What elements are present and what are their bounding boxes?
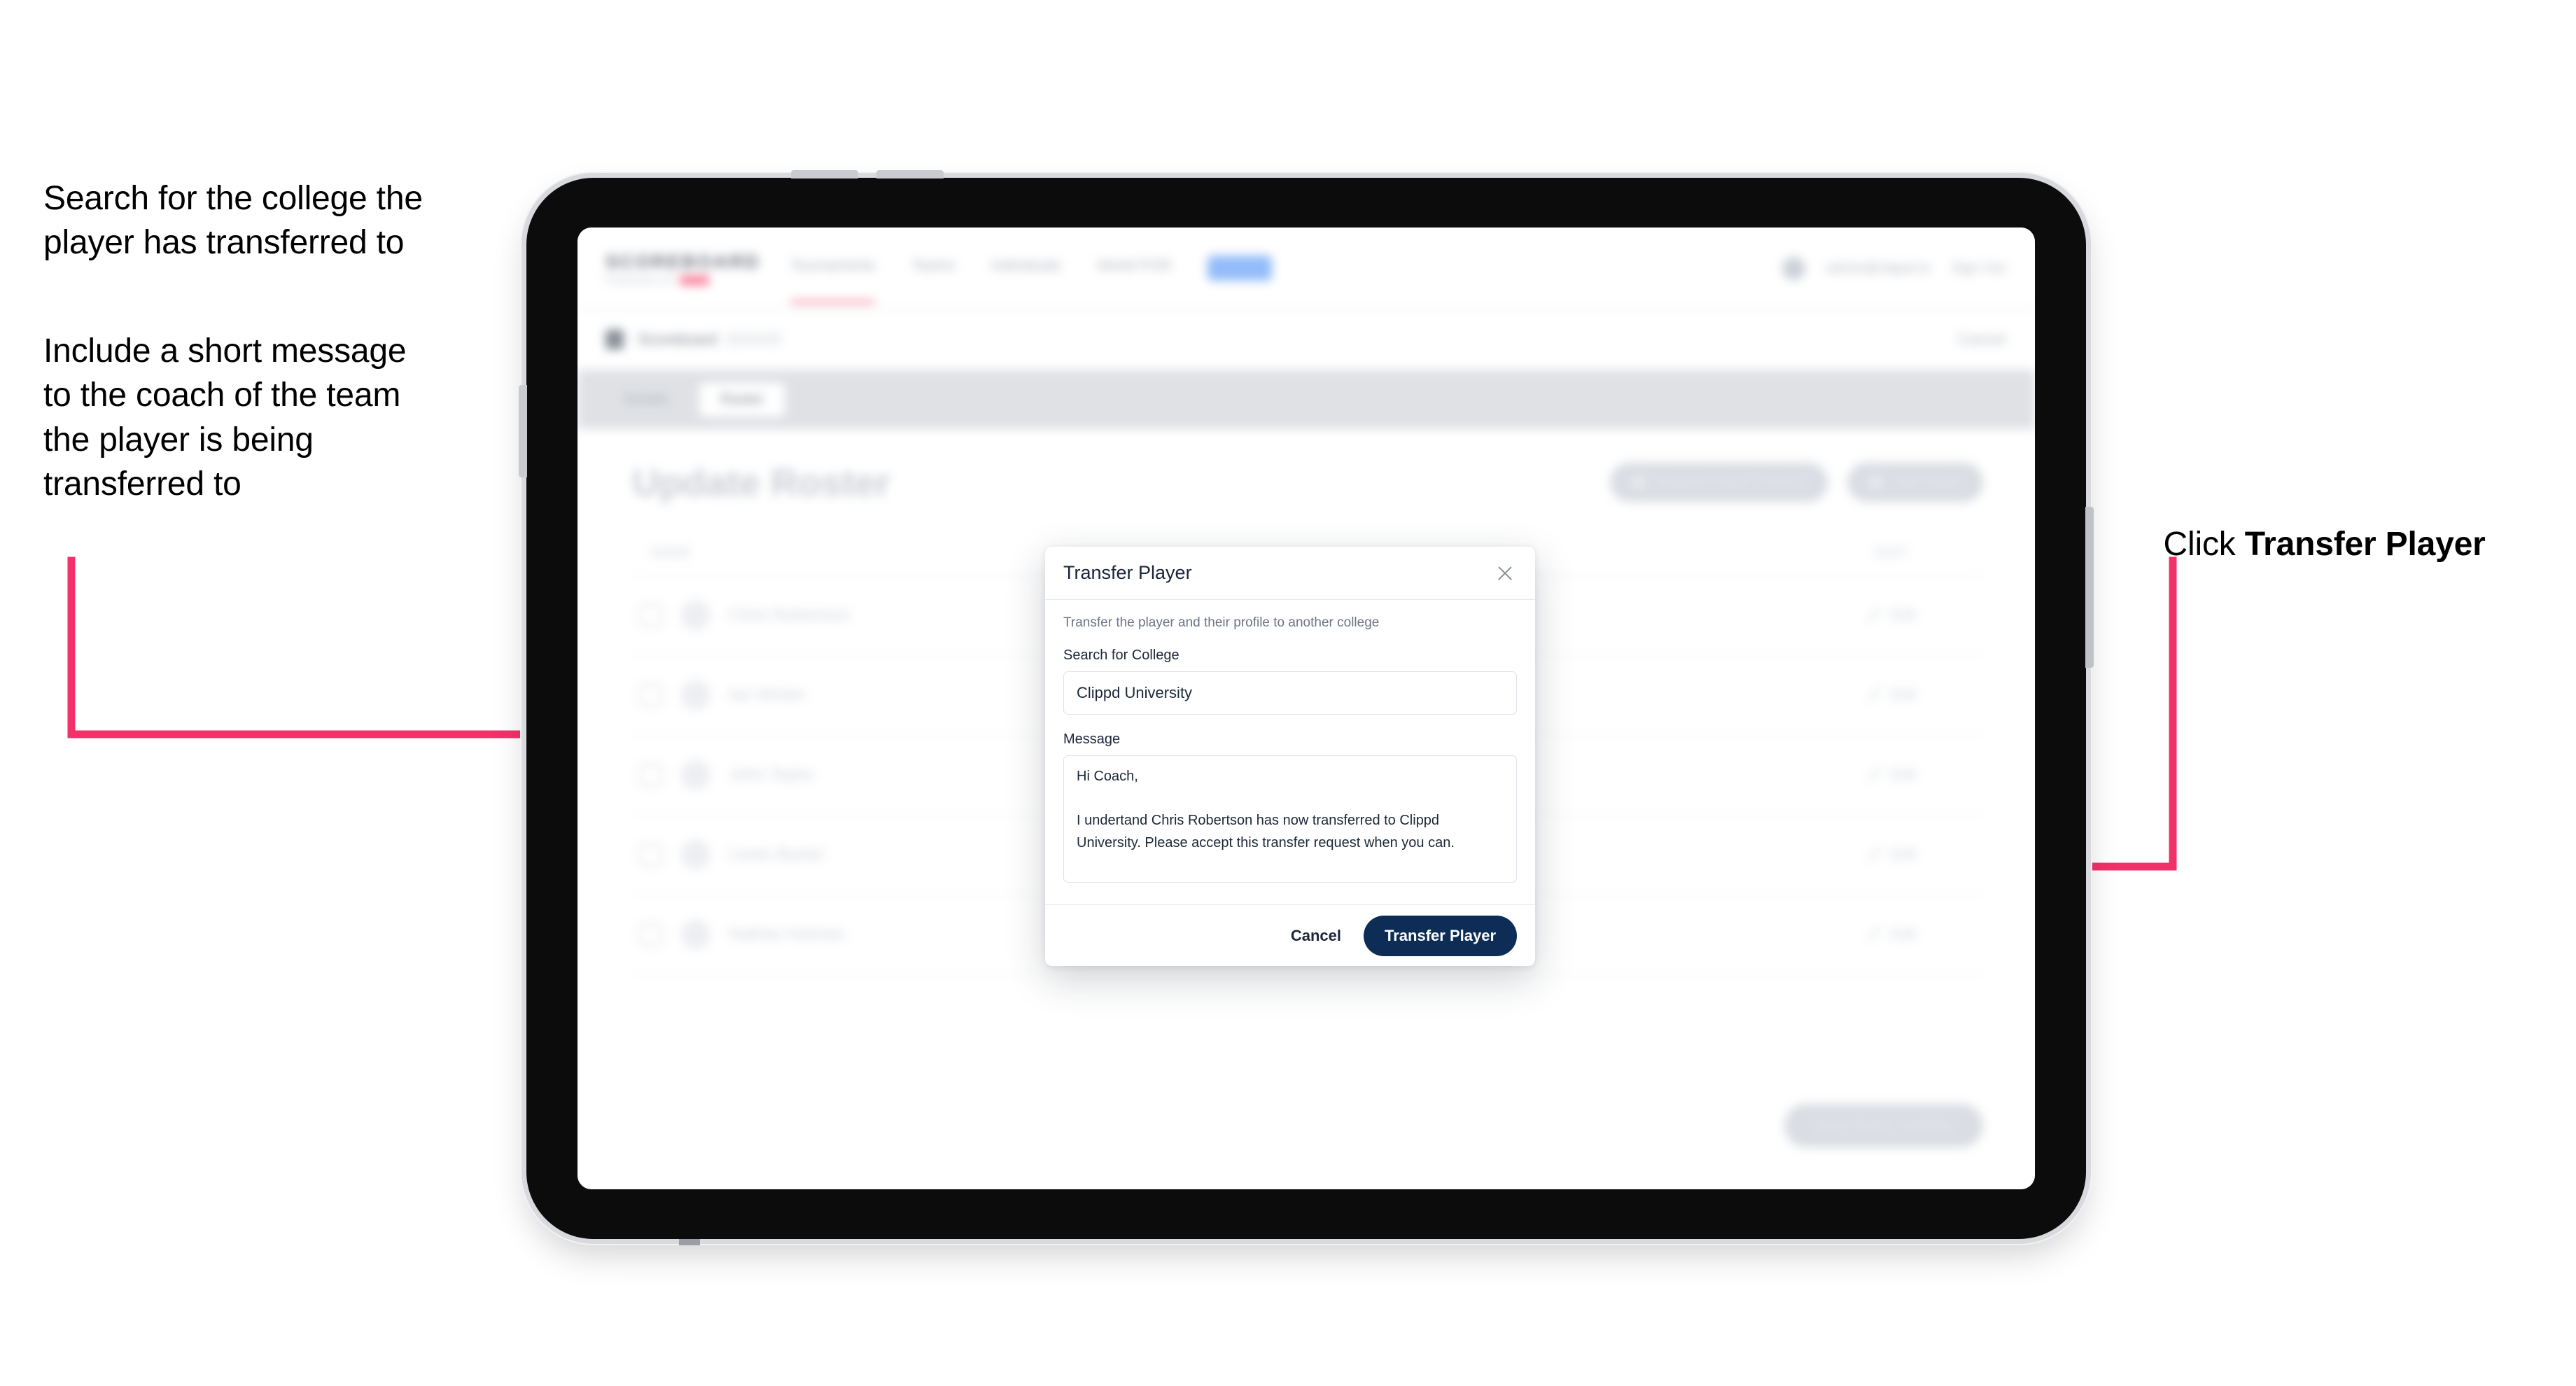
dialog-subtitle: Transfer the player and their profile to… xyxy=(1063,615,1380,630)
dialog-title: Transfer Player xyxy=(1063,562,1192,583)
transfer-player-button[interactable]: Transfer Player xyxy=(1364,915,1517,956)
annotation-click-transfer: Click Transfer Player xyxy=(2127,478,2575,611)
volume-down-button[interactable] xyxy=(876,170,944,178)
left-side-button[interactable] xyxy=(519,385,527,477)
dialog-footer: Cancel Transfer Player xyxy=(1045,904,1535,966)
volume-up-button[interactable] xyxy=(791,170,858,178)
close-icon[interactable] xyxy=(1493,561,1517,585)
annotation-click-target: Transfer Player xyxy=(2244,526,2486,564)
cancel-button[interactable]: Cancel xyxy=(1287,920,1345,952)
annotation-search-college: Search for the college the player has tr… xyxy=(43,180,423,262)
screenshot-canvas: Search for the college the player has tr… xyxy=(0,0,2576,1386)
bottom-edge-port xyxy=(679,1239,700,1245)
message-label: Message xyxy=(1063,732,1121,747)
transfer-player-dialog: Transfer Player Transfer the player and … xyxy=(1045,547,1535,966)
dialog-header: Transfer Player xyxy=(1045,547,1535,600)
message-textarea[interactable] xyxy=(1063,755,1517,883)
search-college-input[interactable] xyxy=(1063,671,1517,715)
tablet-device-frame: SCOREBOARD POWERED BY Tournaments Teams … xyxy=(519,170,2094,1245)
search-college-label: Search for College xyxy=(1063,648,1180,663)
tablet-screen: SCOREBOARD POWERED BY Tournaments Teams … xyxy=(578,227,2035,1189)
power-button[interactable] xyxy=(2085,507,2094,668)
dialog-body: Transfer the player and their profile to… xyxy=(1045,600,1535,904)
annotation-include-message: Include a short message to the coach of … xyxy=(43,332,407,503)
